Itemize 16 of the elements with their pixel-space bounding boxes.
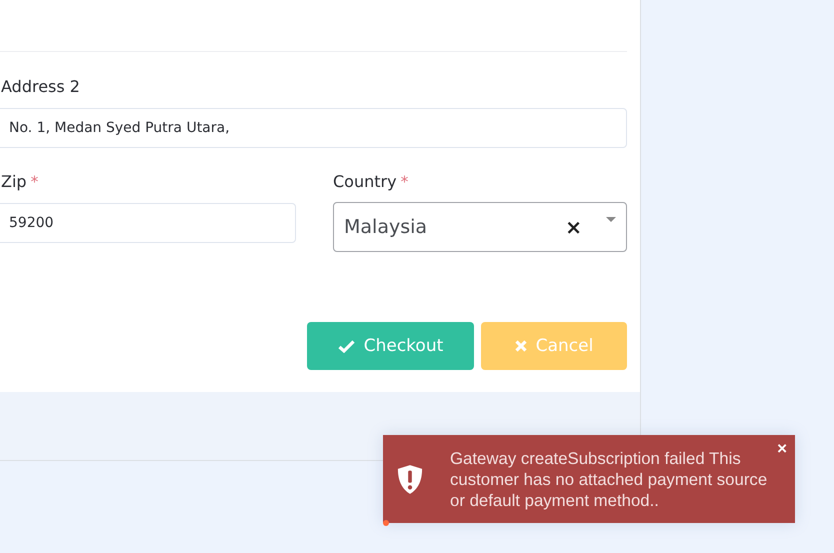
close-icon — [514, 340, 527, 352]
caret-icon — [606, 217, 616, 222]
progress-dot — [383, 520, 389, 526]
required-mark: * — [400, 173, 408, 191]
field-label: Zip — [1, 172, 27, 191]
close-icon[interactable]: × — [777, 438, 787, 459]
field-label: Country — [333, 172, 397, 191]
input-field[interactable]: No. 1, Medan Syed Putra Utara, — [0, 108, 627, 148]
country-select[interactable]: Malaysia × — [333, 202, 627, 252]
input-field[interactable]: 59200 — [0, 203, 296, 243]
field-label: Address 2 — [1, 77, 80, 96]
check-icon — [338, 340, 355, 352]
required-mark: * — [30, 173, 38, 191]
shield-alert-icon — [397, 462, 423, 496]
error-message: Gateway createSubscription failed This customer has no attached payment source or default payment method.. — [450, 448, 768, 510]
clear-icon[interactable]: × — [565, 217, 582, 237]
